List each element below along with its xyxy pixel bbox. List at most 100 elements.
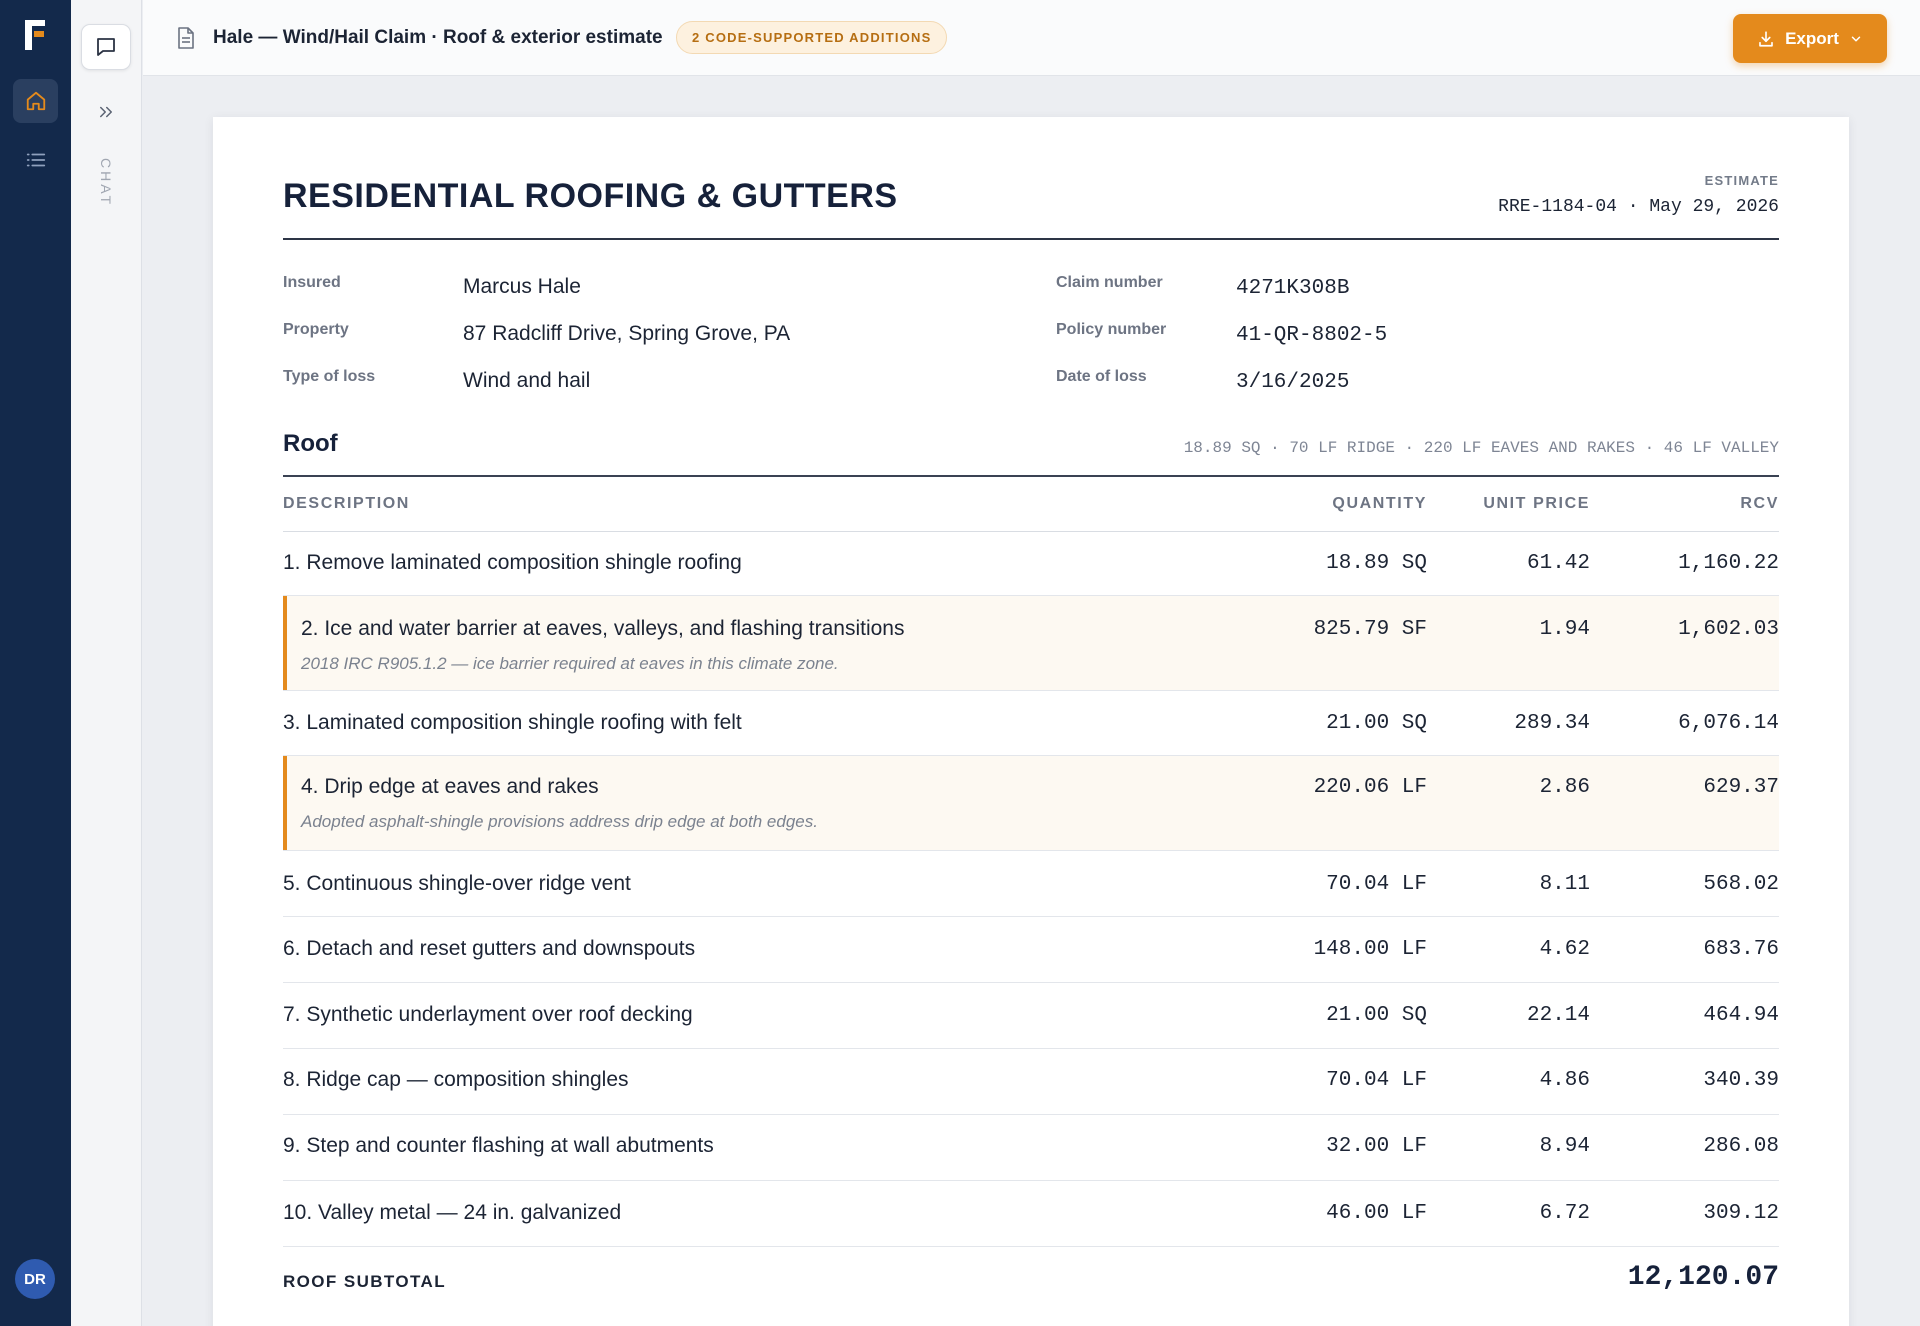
item-rcv: 286.08 [1703, 1135, 1779, 1158]
property-value: 87 Radcliff Drive, Spring Grove, PA [463, 322, 791, 345]
page-title: Hale — Wind/Hail Claim · Roof & exterior… [213, 27, 663, 48]
nav-rail: DR [0, 0, 71, 1326]
item-quantity: 32.00 LF [1326, 1135, 1427, 1158]
item-description: 1. Remove laminated composition shingle … [283, 551, 742, 574]
item-rcv: 464.94 [1703, 1004, 1779, 1027]
subtotal-label: ROOF SUBTOTAL [283, 1272, 447, 1291]
item-unit-price: 2.86 [1539, 776, 1590, 799]
download-icon [1759, 30, 1773, 47]
item-quantity: 70.04 LF [1326, 873, 1427, 896]
table-row[interactable]: 6. Detach and reset gutters and downspou… [283, 917, 1779, 982]
export-button[interactable]: Export [1733, 14, 1887, 63]
date-of-loss-value: 3/16/2025 [1236, 371, 1350, 394]
chat-button[interactable] [81, 24, 131, 70]
table-row-code-supported[interactable]: 2. Ice and water barrier at eaves, valle… [283, 596, 1779, 690]
app-logo[interactable] [22, 18, 52, 52]
item-rcv: 683.76 [1703, 938, 1779, 961]
top-header: Hale — Wind/Hail Claim · Roof & exterior… [143, 0, 1920, 76]
item-description: 6. Detach and reset gutters and downspou… [283, 937, 696, 960]
item-quantity: 46.00 LF [1326, 1202, 1427, 1225]
loss-type-value: Wind and hail [463, 369, 591, 392]
date-of-loss-label: Date of loss [1056, 368, 1147, 385]
claim-number-value: 4271K308B [1236, 277, 1350, 300]
item-rcv: 1,602.03 [1678, 618, 1779, 641]
table-row[interactable]: 3. Laminated composition shingle roofing… [283, 691, 1779, 755]
estimate-label: ESTIMATE [1704, 173, 1779, 188]
item-quantity: 148.00 LF [1313, 938, 1427, 961]
claim-number-label: Claim number [1056, 274, 1163, 291]
item-unit-price: 61.42 [1526, 552, 1590, 575]
insured-value: Marcus Hale [463, 275, 581, 298]
item-unit-price: 289.34 [1514, 712, 1590, 735]
section-title: Roof [283, 430, 338, 457]
item-unit-price: 8.11 [1539, 873, 1590, 896]
subtotal-value: 12,120.07 [1627, 1262, 1779, 1293]
item-quantity: 70.04 LF [1326, 1069, 1427, 1092]
item-code-note: Adopted asphalt-shingle provisions addre… [301, 812, 818, 831]
item-description: 9. Step and counter flashing at wall abu… [283, 1134, 714, 1157]
item-description: 10. Valley metal — 24 in. galvanized [283, 1201, 622, 1224]
col-unit-price-header: UNIT PRICE [1483, 495, 1590, 512]
list-icon [26, 153, 45, 167]
section-divider [283, 475, 1779, 477]
item-quantity: 21.00 SQ [1326, 1004, 1427, 1027]
chevron-down-icon [1851, 35, 1861, 42]
item-unit-price: 1.94 [1539, 618, 1590, 641]
item-rcv: 568.02 [1703, 873, 1779, 896]
col-rcv-header: RCV [1740, 495, 1779, 512]
item-quantity: 220.06 LF [1313, 776, 1427, 799]
item-code-note: 2018 IRC R905.1.2 — ice barrier required… [301, 654, 839, 673]
code-additions-badge: 2 CODE-SUPPORTED ADDITIONS [676, 21, 948, 54]
item-description: 3. Laminated composition shingle roofing… [283, 711, 742, 734]
title-divider [283, 238, 1779, 240]
item-unit-price: 8.94 [1539, 1135, 1590, 1158]
estimate-number-date: RRE-1184-04 · May 29, 2026 [1498, 197, 1779, 217]
home-icon [26, 91, 45, 111]
nav-list-button[interactable] [13, 138, 58, 182]
section-measurements: 18.89 SQ · 70 LF RIDGE · 220 LF EAVES AN… [1183, 439, 1779, 457]
item-rcv: 340.39 [1703, 1069, 1779, 1092]
table-row[interactable]: 7. Synthetic underlayment over roof deck… [283, 983, 1779, 1048]
item-quantity: 18.89 SQ [1326, 552, 1427, 575]
table-row[interactable]: 5. Continuous shingle-over ridge vent 70… [283, 851, 1779, 916]
item-description: 2. Ice and water barrier at eaves, valle… [301, 617, 905, 640]
policy-number-value: 41-QR-8802-5 [1236, 324, 1388, 347]
item-description: 8. Ridge cap — composition shingles [283, 1068, 629, 1091]
chat-label[interactable]: CHAT [93, 158, 119, 207]
document-icon [178, 27, 194, 49]
table-row[interactable]: 1. Remove laminated composition shingle … [283, 532, 1779, 595]
double-chevron-right-icon [100, 106, 112, 118]
export-label: Export [1785, 28, 1839, 48]
row-divider [283, 1246, 1779, 1247]
table-row[interactable]: 9. Step and counter flashing at wall abu… [283, 1115, 1779, 1180]
table-row-code-supported[interactable]: 4. Drip edge at eaves and rakes Adopted … [283, 756, 1779, 850]
nav-home-button[interactable] [13, 79, 58, 123]
item-description: 7. Synthetic underlayment over roof deck… [283, 1003, 693, 1026]
estimate-document: RESIDENTIAL ROOFING & GUTTERS ESTIMATE R… [213, 117, 1849, 1326]
user-avatar[interactable]: DR [15, 1259, 55, 1299]
item-description: 5. Continuous shingle-over ridge vent [283, 872, 631, 895]
item-description: 4. Drip edge at eaves and rakes [301, 775, 599, 798]
property-label: Property [283, 321, 349, 338]
table-row[interactable]: 10. Valley metal — 24 in. galvanized 46.… [283, 1181, 1779, 1246]
table-row[interactable]: 8. Ridge cap — composition shingles 70.0… [283, 1049, 1779, 1114]
loss-type-label: Type of loss [283, 368, 376, 385]
item-quantity: 825.79 SF [1313, 618, 1427, 641]
chat-bubble-icon [97, 38, 115, 56]
expand-panel-button[interactable] [93, 100, 119, 124]
item-unit-price: 4.62 [1539, 938, 1590, 961]
document-title: RESIDENTIAL ROOFING & GUTTERS [283, 177, 898, 215]
item-quantity: 21.00 SQ [1326, 712, 1427, 735]
item-rcv: 6,076.14 [1678, 712, 1779, 735]
chat-panel-collapsed: CHAT [71, 0, 142, 1326]
col-description-header: DESCRIPTION [283, 495, 410, 512]
item-rcv: 629.37 [1703, 776, 1779, 799]
item-rcv: 1,160.22 [1678, 552, 1779, 575]
item-unit-price: 4.86 [1539, 1069, 1590, 1092]
policy-number-label: Policy number [1056, 321, 1167, 338]
item-rcv: 309.12 [1703, 1202, 1779, 1225]
item-unit-price: 6.72 [1539, 1202, 1590, 1225]
item-unit-price: 22.14 [1526, 1004, 1590, 1027]
insured-label: Insured [283, 274, 341, 291]
col-quantity-header: QUANTITY [1332, 495, 1427, 512]
